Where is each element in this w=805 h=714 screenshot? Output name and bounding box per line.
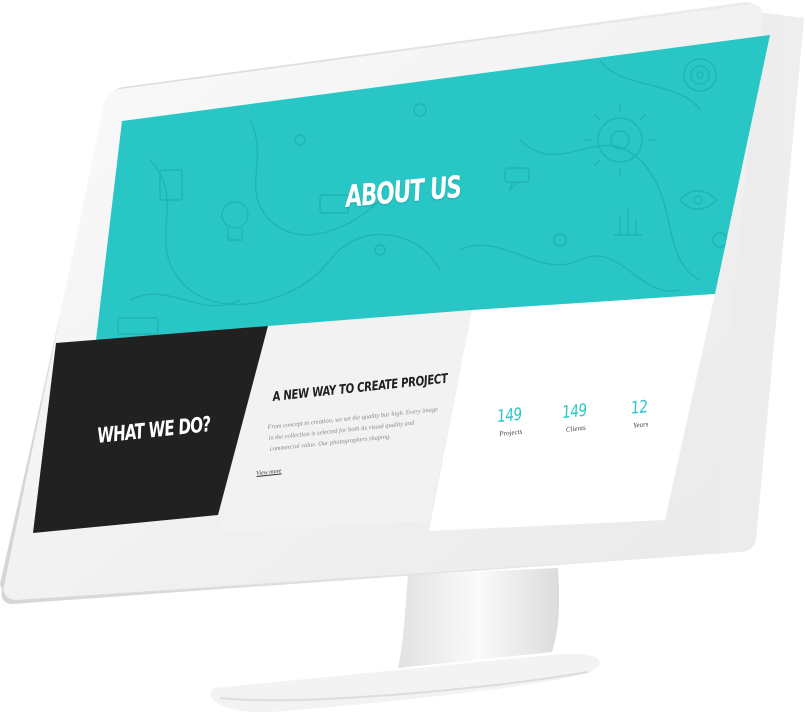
monitor-illustration: [0, 2, 804, 713]
stat-clients: 149 Clients: [553, 400, 596, 435]
stat-years: 12 Years: [618, 396, 661, 431]
stat-value: 12: [629, 397, 649, 419]
monitor-stand: [210, 568, 600, 713]
monitor-mockup: ABOUT US WHAT WE DO? A NEW WAY TO CREATE…: [0, 0, 805, 714]
stat-value: 149: [560, 400, 588, 424]
stat-projects: 149 Projects: [488, 404, 531, 439]
stat-label: Years: [632, 420, 649, 430]
stat-value: 149: [495, 404, 523, 428]
